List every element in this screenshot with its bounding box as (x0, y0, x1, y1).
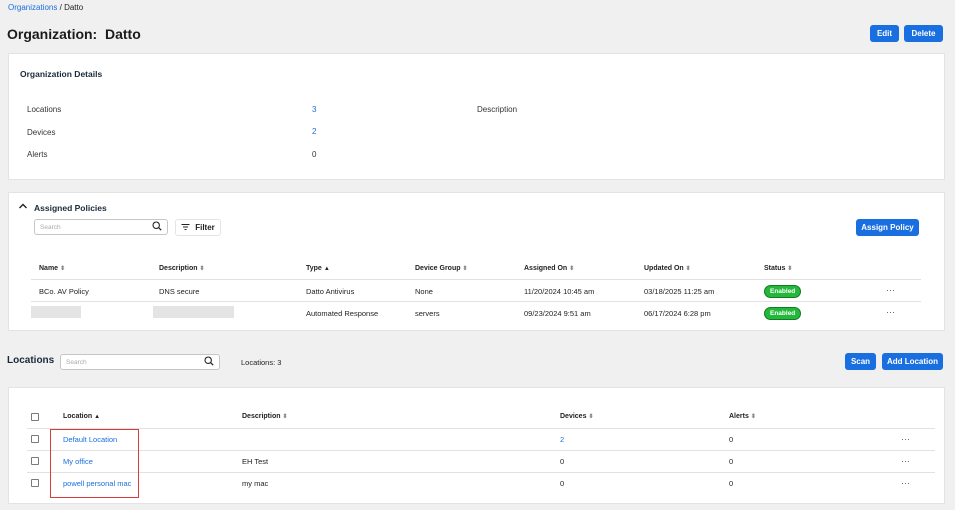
policy-description: DNS secure (159, 287, 200, 296)
location-alerts: 0 (729, 435, 734, 444)
sort-icon: ⬍ (750, 413, 756, 420)
col-assigned-on-header[interactable]: Assigned On ⬍ (524, 265, 574, 272)
col-name-header[interactable]: Name ⬍ (39, 265, 65, 272)
col-updated-on-header[interactable]: Updated On ⬍ (644, 265, 691, 272)
row-divider (27, 450, 935, 451)
locations-section-title: Locations (7, 355, 55, 366)
alerts-label: Alerts (27, 150, 48, 159)
row-checkbox[interactable] (31, 479, 39, 487)
col-status-header[interactable]: Status ⬍ (764, 265, 792, 272)
select-all-checkbox[interactable] (31, 413, 39, 421)
sort-icon: ⬍ (282, 413, 288, 420)
description-label: Description (477, 105, 518, 114)
row-actions-icon[interactable]: ··· (886, 307, 895, 317)
policy-device-group: servers (415, 309, 440, 318)
row-actions-icon[interactable]: ··· (901, 478, 910, 488)
row-actions-icon[interactable]: ··· (886, 285, 895, 295)
location-alerts: 0 (729, 457, 734, 466)
policy-assigned-on: 11/20/2024 10:45 am (524, 287, 595, 296)
collapse-chevron-icon[interactable] (18, 201, 28, 211)
sort-ascending-icon: ▲ (94, 413, 101, 420)
row-checkbox[interactable] (31, 457, 39, 465)
scan-button[interactable]: Scan (845, 353, 876, 370)
locations-label: Locations (27, 105, 62, 114)
edit-button[interactable]: Edit (870, 25, 899, 42)
locations-search-box (60, 354, 220, 370)
row-checkbox[interactable] (31, 435, 39, 443)
policy-device-group: None (415, 287, 433, 296)
location-names-highlight (50, 429, 139, 498)
locations-count-link[interactable]: 3 (312, 105, 316, 114)
header-divider (31, 279, 921, 280)
search-icon[interactable] (204, 356, 214, 368)
filter-button[interactable]: Filter (175, 219, 221, 236)
breadcrumb: Organizations / Datto (8, 3, 83, 12)
breadcrumb-organizations-link[interactable]: Organizations (8, 3, 57, 12)
location-description: EH Test (242, 457, 269, 466)
alerts-count: 0 (312, 150, 317, 159)
breadcrumb-separator: / (59, 3, 62, 12)
page-title: Organization: Datto (7, 26, 141, 42)
sort-ascending-icon: ▲ (323, 265, 330, 272)
policy-type: Automated Response (306, 309, 379, 318)
row-actions-icon[interactable]: ··· (901, 434, 910, 444)
location-devices: 0 (560, 457, 565, 466)
row-divider (31, 301, 921, 302)
col-alerts-header[interactable]: Alerts ⬍ (729, 413, 756, 420)
header-divider (27, 428, 935, 429)
location-description: my mac (242, 479, 269, 488)
sort-icon: ⬍ (569, 265, 575, 272)
assigned-policies-card: Assigned Policies Filter Assign Policy N… (8, 192, 945, 331)
assigned-policies-title: Assigned Policies (34, 203, 107, 213)
search-icon[interactable] (152, 221, 162, 233)
sort-icon: ⬍ (588, 413, 594, 420)
col-location-header[interactable]: Location ▲ (63, 413, 100, 420)
locations-table-card: Location ▲ Description ⬍ Devices ⬍ Alerts ⬍ … (8, 387, 945, 504)
col-type-header[interactable]: Type ▲ (306, 265, 330, 272)
breadcrumb-current: Datto (64, 3, 84, 12)
filter-icon (181, 223, 190, 233)
policy-type: Datto Antivirus (306, 287, 355, 296)
policy-name: BCo. AV Policy (39, 287, 89, 296)
status-badge: Enabled (764, 285, 802, 298)
assign-policy-button[interactable]: Assign Policy (856, 219, 919, 236)
col-devices-header[interactable]: Devices ⬍ (560, 413, 594, 420)
sort-icon: ⬍ (199, 265, 205, 272)
organization-details-card: Organization Details Locations 3 Devices… (8, 53, 945, 180)
locations-count: Locations: 3 (241, 358, 282, 367)
policy-updated-on: 03/18/2025 11:25 am (644, 287, 715, 296)
redacted-policy-name (31, 306, 81, 318)
policy-updated-on: 06/17/2024 6:28 pm (644, 309, 711, 318)
sort-icon: ⬍ (60, 265, 66, 272)
devices-label: Devices (27, 128, 56, 137)
location-devices-link[interactable]: 2 (560, 435, 564, 444)
filter-label: Filter (195, 223, 215, 232)
col-device-group-header[interactable]: Device Group ⬍ (415, 265, 468, 272)
organization-details-title: Organization Details (20, 69, 103, 79)
row-actions-icon[interactable]: ··· (901, 456, 910, 466)
col-description-header[interactable]: Description ⬍ (159, 265, 205, 272)
sort-icon: ⬍ (462, 265, 468, 272)
policy-assigned-on: 09/23/2024 9:51 am (524, 309, 591, 318)
delete-button[interactable]: Delete (904, 25, 943, 42)
status-badge: Enabled (764, 307, 802, 320)
policies-search-box (34, 219, 168, 235)
sort-icon: ⬍ (787, 265, 793, 272)
location-devices: 0 (560, 479, 565, 488)
redacted-policy-description (153, 306, 234, 318)
sort-icon: ⬍ (685, 265, 691, 272)
col-description-header[interactable]: Description ⬍ (242, 413, 288, 420)
locations-search-input[interactable] (66, 358, 185, 366)
devices-count-link[interactable]: 2 (312, 127, 316, 136)
policies-search-input[interactable] (40, 223, 138, 231)
row-divider (27, 472, 935, 473)
add-location-button[interactable]: Add Location (882, 353, 943, 370)
location-alerts: 0 (729, 479, 734, 488)
